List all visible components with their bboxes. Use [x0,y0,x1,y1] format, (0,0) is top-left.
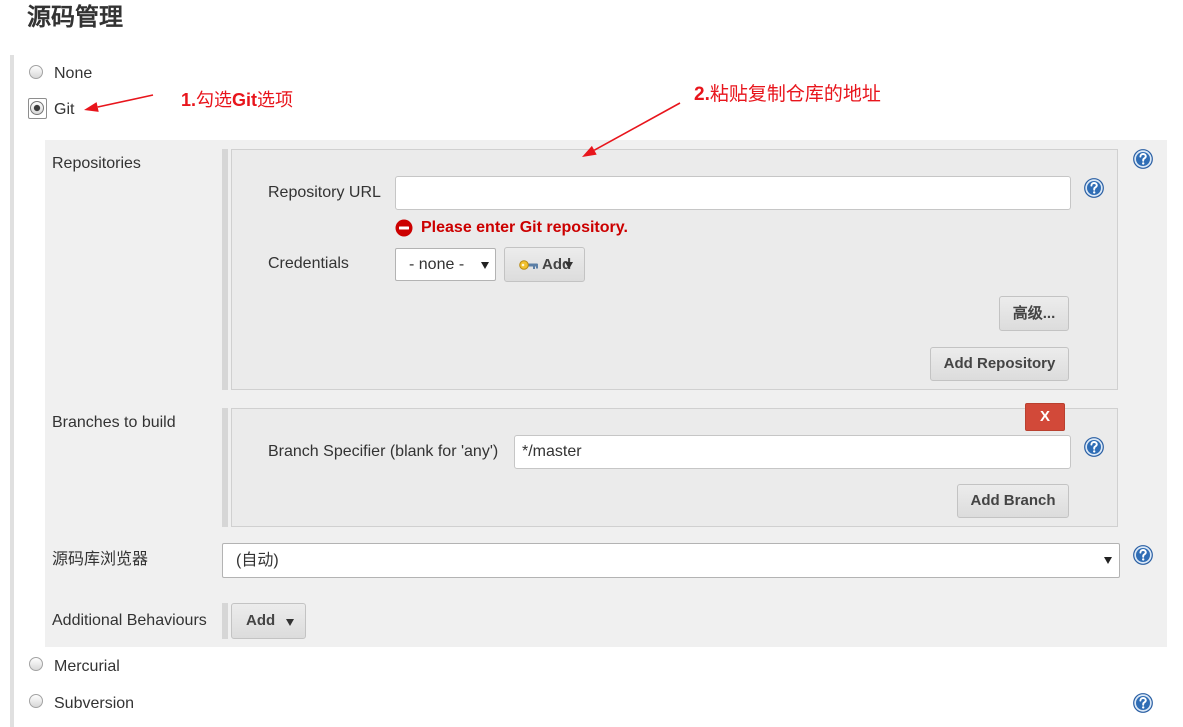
annotation-2: 2.粘贴复制仓库的地址 [694,84,881,106]
radio-label-git[interactable]: Git [54,100,74,120]
page-title: 源码管理 [27,4,123,31]
repositories-label: Repositories [52,155,141,172]
radio-label-mercurial[interactable]: Mercurial [54,657,120,677]
radio-mercurial[interactable] [29,657,43,671]
chevron-down-icon [565,262,573,269]
help-icon[interactable] [1133,545,1153,565]
branches-rail [222,408,228,527]
add-repository-label: Add Repository [943,355,1056,372]
error-icon [395,219,413,237]
radio-subversion[interactable] [29,694,43,708]
behaviours-rail [222,603,228,639]
radio-label-subversion[interactable]: Subversion [54,694,134,714]
section-left-rail [10,55,14,727]
repository-browser-value: (自动) [236,551,279,569]
arrow-icon [84,94,154,112]
key-icon [519,260,538,270]
annotation-1-before: 勾选 [196,90,233,110]
repository-browser-select[interactable]: (自动) [222,543,1120,578]
add-behaviour-label: Add [246,612,276,629]
repositories-rail [222,149,228,390]
add-repository-button[interactable]: Add Repository [930,347,1069,381]
chevron-down-icon [1104,557,1112,564]
branches-label: Branches to build [52,414,176,431]
repository-url-error: Please enter Git repository. [421,219,628,236]
credentials-select[interactable]: - none - [395,248,496,281]
credentials-select-value: - none - [409,255,465,273]
add-branch-button[interactable]: Add Branch [957,484,1069,518]
help-icon[interactable] [1133,149,1153,169]
annotation-1-emphasis: Git [232,90,258,110]
annotation-1: 1.勾选Git选项 [181,89,293,111]
add-credentials-button[interactable]: Add [504,247,585,282]
repository-url-input[interactable] [395,176,1071,210]
branch-specifier-input[interactable] [514,435,1071,469]
chevron-down-icon [286,619,294,626]
scm-config-page: 源码管理 None Git Repositories Repository UR… [0,0,1183,727]
radio-git[interactable] [30,101,44,115]
add-branch-label: Add Branch [970,492,1056,509]
annotation-1-after: 选项 [257,90,294,110]
help-icon[interactable] [1084,178,1104,198]
additional-behaviours-label: Additional Behaviours [52,612,207,629]
branch-specifier-label: Branch Specifier (blank for 'any') [268,443,499,460]
repository-url-label: Repository URL [268,184,381,201]
chevron-down-icon [481,262,489,269]
delete-branch-button[interactable]: X [1025,403,1065,431]
delete-branch-label: X [1039,408,1050,425]
add-behaviour-button[interactable]: Add [231,603,306,639]
radio-none[interactable] [29,65,43,79]
help-icon[interactable] [1133,693,1153,713]
advanced-button[interactable]: 高级... [999,296,1069,331]
annotation-1-number: 1. [181,90,197,110]
credentials-label: Credentials [268,255,349,272]
annotation-2-text: 粘贴复制仓库的地址 [709,84,881,105]
annotation-2-number: 2. [694,84,710,105]
repository-browser-label: 源码库浏览器 [52,551,149,568]
radio-label-none[interactable]: None [54,64,92,84]
help-icon[interactable] [1084,437,1104,457]
advanced-button-label: 高级... [1012,304,1056,322]
